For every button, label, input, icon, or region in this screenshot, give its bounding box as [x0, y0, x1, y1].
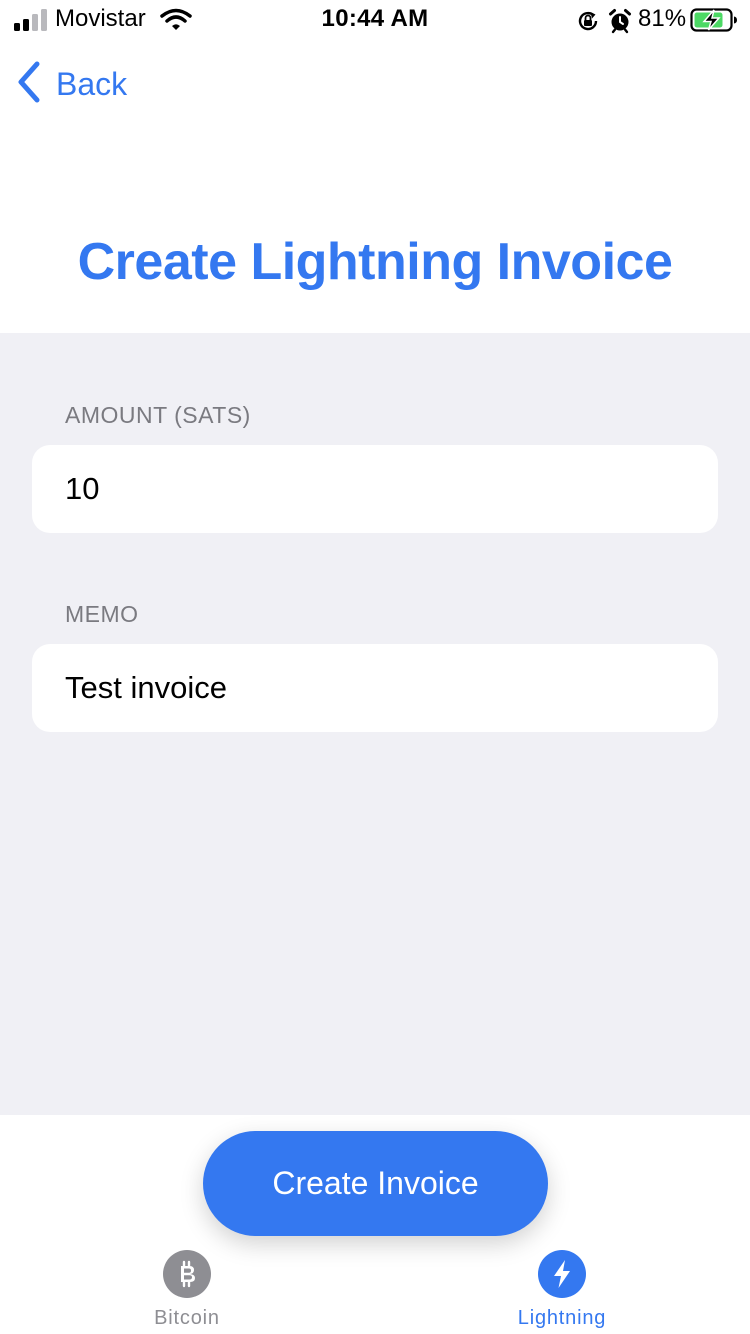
memo-label: MEMO — [65, 601, 139, 627]
amount-input[interactable]: 10 — [32, 445, 718, 533]
tab-lightning[interactable]: Lightning — [482, 1250, 642, 1330]
bitcoin-icon — [163, 1250, 211, 1298]
tab-lightning-label: Lightning — [517, 1307, 607, 1329]
back-button[interactable]: Back — [16, 61, 128, 108]
amount-value: 10 — [65, 471, 100, 506]
memo-input[interactable]: Test invoice — [32, 644, 718, 732]
memo-value: Test invoice — [65, 670, 227, 705]
tab-bitcoin[interactable]: Bitcoin — [107, 1250, 267, 1330]
form-section: AMOUNT (SATS) 10 MEMO Test invoice — [0, 333, 750, 1115]
page-title: Create Lightning Invoice — [77, 233, 673, 291]
rotation-lock-icon — [576, 9, 600, 38]
alarm-icon — [608, 8, 632, 39]
amount-label: AMOUNT (SATS) — [65, 402, 251, 428]
chevron-left-icon — [16, 61, 42, 108]
lightning-icon — [538, 1250, 586, 1298]
create-invoice-button[interactable]: Create Invoice — [203, 1131, 548, 1236]
back-label: Back — [56, 65, 128, 102]
tab-bitcoin-label: Bitcoin — [154, 1307, 220, 1329]
status-bar: Movistar 10:44 AM 81% — [0, 0, 750, 40]
battery-percentage: 81% — [638, 5, 687, 32]
battery-charging-icon — [690, 8, 738, 37]
